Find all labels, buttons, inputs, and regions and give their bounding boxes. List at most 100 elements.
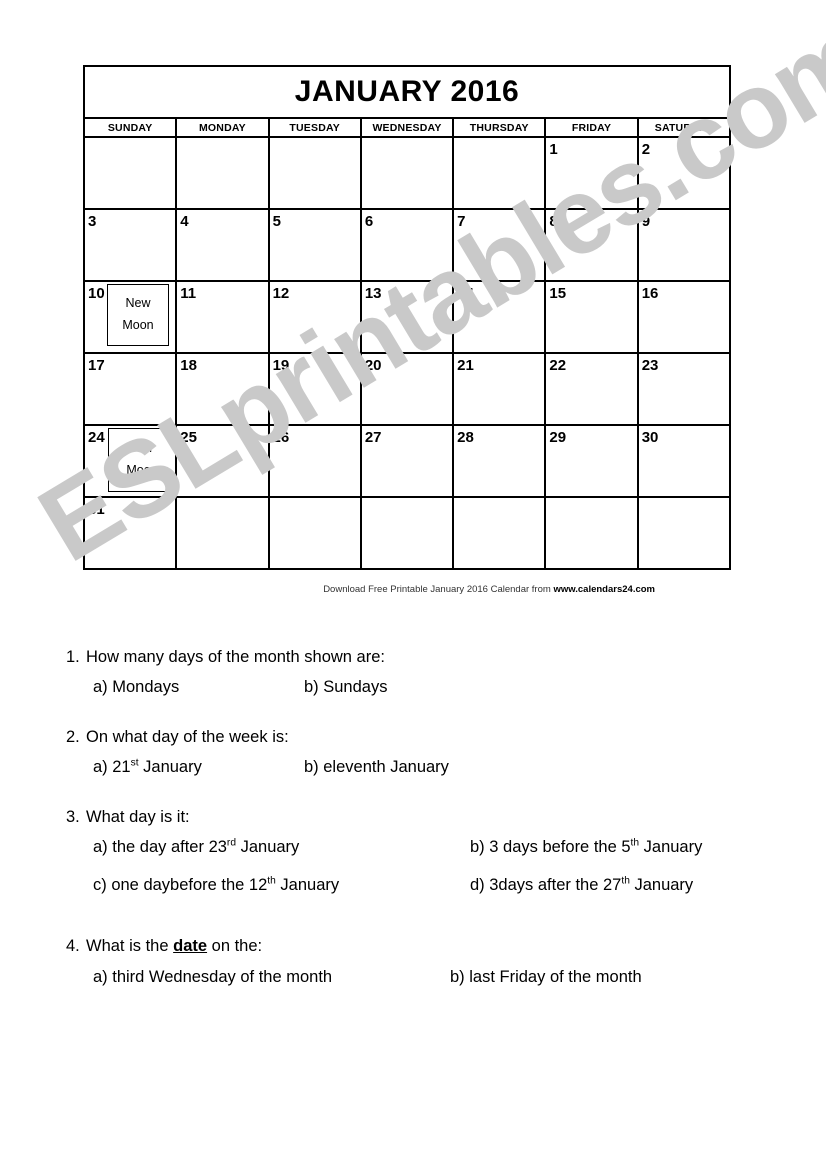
calendar-day-cell[interactable]: 29	[544, 424, 639, 498]
calendar-title-cell: JANUARY 2016	[83, 65, 731, 119]
question-3: 3. What day is it: a) the day after 23rd …	[66, 808, 766, 898]
calendar-day-cell[interactable]: 21	[452, 352, 547, 426]
day-number: 7	[457, 213, 466, 230]
day-number: 12	[272, 285, 290, 302]
calendar-day-cell[interactable]	[544, 496, 639, 570]
calendar-day-cell[interactable]: 20	[359, 352, 455, 426]
calendar-table: JANUARY 2016 SUNDAY MONDAY TUESDAY WEDNE…	[82, 65, 732, 570]
calendar-day-cell[interactable]: 16	[636, 280, 732, 354]
calendar-day-cell[interactable]	[175, 136, 270, 210]
question-2-text: On what day of the week is:	[86, 727, 289, 746]
calendar-day-cell[interactable]: 10 New Moon	[82, 280, 178, 354]
calendar-day-cell[interactable]: 5	[267, 208, 362, 282]
question-2-option-a-post: January	[138, 758, 202, 777]
calendar-day-cell[interactable]: 17	[82, 352, 178, 426]
day-number: 16	[641, 285, 659, 302]
calendar-day-cell[interactable]	[82, 136, 178, 210]
calendars24-link[interactable]: www.calendars24.com	[553, 584, 655, 595]
calendar-day-cell[interactable]: 12	[267, 280, 362, 354]
question-3-options-row-1: a) the day after 23rd January b) 3 days …	[93, 835, 766, 860]
day-number: 6	[364, 213, 374, 230]
question-1: 1. How many days of the month shown are: …	[66, 648, 766, 700]
question-3-option-a: a) the day after 23rd January	[93, 835, 470, 860]
question-3-option-d: d) 3days after the 27th January	[470, 873, 693, 898]
calendar-day-cell[interactable]	[636, 496, 732, 570]
question-2-option-b: b) eleventh January	[304, 758, 449, 777]
calendar-day-cell[interactable]: 14	[452, 280, 547, 354]
day-number	[85, 138, 175, 142]
day-number: 23	[641, 357, 659, 374]
calendar-day-cell[interactable]: 24 Full Moon	[82, 424, 178, 498]
calendar-day-cell[interactable]: 22	[544, 352, 639, 426]
calendar-week-row: 10 New Moon 11 12 13 14 15 16	[82, 280, 732, 354]
question-3-number: 3.	[66, 807, 80, 826]
day-number: 11	[180, 285, 197, 302]
question-3-option-a-post: January	[236, 837, 300, 856]
question-1-option-a: a) Mondays	[93, 678, 180, 697]
question-1-text: How many days of the month shown are:	[86, 648, 385, 666]
full-moon-label-line2: Moon	[126, 463, 158, 477]
day-number	[362, 138, 452, 142]
calendar-day-cell[interactable]: 4	[175, 208, 270, 282]
calendar-day-cell[interactable]	[267, 136, 362, 210]
calendar-day-cell[interactable]: 18	[175, 352, 270, 426]
weekday-saturday: SATURDAY	[636, 117, 732, 138]
question-3-stem: 3. What day is it:	[66, 808, 766, 826]
day-number	[454, 498, 544, 502]
question-1-option-b: b) Sundays	[304, 678, 388, 697]
question-3-option-c-pre: c) one daybefore the 12	[93, 875, 268, 894]
calendar-day-cell[interactable]	[359, 136, 455, 210]
day-number: 5	[272, 213, 281, 230]
ordinal-suffix: th	[630, 837, 640, 849]
calendar-day-cell[interactable]: 1	[544, 136, 639, 210]
calendar-day-cell[interactable]: 6	[359, 208, 455, 282]
question-4-stem: 4. What is the date on the:	[66, 937, 766, 955]
question-1-number: 1.	[66, 648, 80, 666]
calendar-day-cell[interactable]: 9	[636, 208, 732, 282]
calendar-day-cell[interactable]: 11	[175, 280, 270, 354]
calendar-day-cell[interactable]	[267, 496, 362, 570]
day-number: 14	[457, 285, 474, 302]
calendar-day-cell[interactable]: 28	[452, 424, 547, 498]
day-number: 8	[549, 213, 558, 230]
calendar-day-cell[interactable]: 3	[82, 208, 178, 282]
calendar-day-cell[interactable]	[359, 496, 455, 570]
calendar-day-cell[interactable]: 2	[636, 136, 732, 210]
weekday-friday: FRIDAY	[544, 117, 639, 138]
calendar-title: JANUARY 2016	[294, 75, 520, 108]
day-number: 1	[549, 141, 558, 158]
calendar-day-cell[interactable]: 8	[544, 208, 639, 282]
weekday-monday: MONDAY	[175, 117, 270, 138]
calendar-day-cell[interactable]: 31	[82, 496, 178, 570]
day-number: 15	[549, 285, 567, 302]
calendar-week-row: 24 Full Moon 25 26 27 28 29 30	[82, 424, 732, 498]
ordinal-suffix: th	[621, 875, 630, 887]
calendar-day-cell[interactable]: 15	[544, 280, 639, 354]
calendar-day-cell[interactable]	[175, 496, 270, 570]
calendar-day-cell[interactable]: 7	[452, 208, 547, 282]
calendar-day-cell[interactable]: 19	[267, 352, 362, 426]
calendar-day-cell[interactable]: 23	[636, 352, 732, 426]
day-number: 28	[457, 429, 474, 446]
day-number	[270, 498, 360, 502]
calendar-day-cell[interactable]: 25	[175, 424, 270, 498]
day-number: 22	[549, 357, 567, 374]
weekday-thursday: THURSDAY	[452, 117, 547, 138]
calendar-day-cell[interactable]	[452, 496, 547, 570]
calendar-day-cell[interactable]: 30	[636, 424, 732, 498]
day-number	[177, 498, 267, 502]
question-1-stem: 1. How many days of the month shown are:	[66, 648, 766, 666]
day-number: 2	[641, 141, 651, 158]
question-2-number: 2.	[66, 727, 80, 746]
calendar-day-cell[interactable]: 13	[359, 280, 455, 354]
calendar: JANUARY 2016 SUNDAY MONDAY TUESDAY WEDNE…	[82, 65, 732, 570]
weekday-tuesday: TUESDAY	[267, 117, 362, 138]
calendar-day-cell[interactable]	[452, 136, 547, 210]
question-3-text: What day is it:	[86, 807, 190, 826]
question-2-option-a: a) 21st January	[93, 755, 304, 780]
calendar-day-cell[interactable]: 27	[359, 424, 455, 498]
question-4: 4. What is the date on the: a) third Wedn…	[66, 937, 766, 989]
day-number: 30	[641, 429, 659, 446]
calendar-day-cell[interactable]: 26	[267, 424, 362, 498]
day-number: 4	[180, 213, 189, 230]
